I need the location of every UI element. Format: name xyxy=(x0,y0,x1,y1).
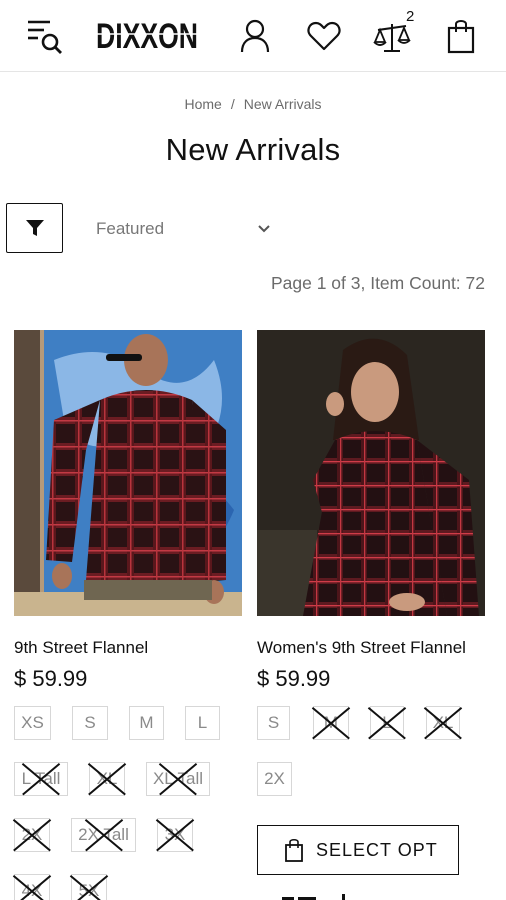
size-swatch[interactable]: 2X xyxy=(257,762,292,796)
select-options-label: SELECT OPT xyxy=(316,839,438,860)
product-image[interactable] xyxy=(14,330,242,616)
product-name[interactable]: Women's 9th Street Flannel xyxy=(257,638,485,658)
svg-text:DIXXON: DIXXON xyxy=(96,17,198,56)
size-swatch[interactable]: M xyxy=(129,706,164,740)
filter-icon xyxy=(25,220,44,236)
size-swatch[interactable]: S xyxy=(257,706,290,740)
partial-content-below-fold xyxy=(282,894,345,900)
select-options-button[interactable]: SELECT OPT xyxy=(257,825,459,875)
size-swatch[interactable]: XS xyxy=(14,706,51,740)
pagination-summary: Page 1 of 3, Item Count: 72 xyxy=(270,273,485,293)
product-price: $ 59.99 xyxy=(257,666,331,691)
size-swatch-unavailable[interactable]: XL Tall xyxy=(146,762,210,796)
size-swatch[interactable]: S xyxy=(72,706,108,740)
size-swatch-unavailable[interactable]: L xyxy=(370,706,404,740)
size-swatch-unavailable[interactable]: 5X xyxy=(71,874,107,900)
size-swatch-unavailable[interactable]: XL xyxy=(426,706,460,740)
size-swatch-unavailable[interactable]: 2X Tall xyxy=(71,818,136,852)
chevron-down-icon xyxy=(258,225,270,233)
breadcrumb-current: New Arrivals xyxy=(243,96,322,112)
dixxon-logo[interactable]: DIXXON xyxy=(94,14,200,56)
filter-button[interactable] xyxy=(6,203,63,253)
breadcrumb: Home / New Arrivals xyxy=(0,96,506,112)
user-icon[interactable] xyxy=(238,18,272,54)
sort-selected-value: Featured xyxy=(96,219,165,238)
product-image[interactable] xyxy=(257,330,485,616)
product-card[interactable]: Women's 9th Street Flannel $ 59.99 xyxy=(257,330,485,692)
size-swatch-unavailable[interactable]: 4X xyxy=(14,874,50,900)
size-swatch[interactable]: L xyxy=(185,706,220,740)
menu-search-icon[interactable] xyxy=(26,16,64,56)
breadcrumb-separator: / xyxy=(230,96,235,112)
size-swatch-unavailable[interactable]: XL xyxy=(89,762,125,796)
shopping-bag-icon[interactable] xyxy=(446,18,476,54)
product-card[interactable]: 9th Street Flannel $ 59.99 xyxy=(14,330,242,692)
product-name[interactable]: 9th Street Flannel xyxy=(14,638,242,658)
page-title: New Arrivals xyxy=(165,132,341,167)
heart-icon[interactable] xyxy=(306,20,342,52)
site-header: DIXXON 2 xyxy=(0,0,506,72)
breadcrumb-home-link[interactable]: Home xyxy=(184,96,221,112)
sort-select[interactable]: Featured xyxy=(96,214,272,244)
shopping-bag-icon xyxy=(285,838,303,862)
size-swatch-unavailable[interactable]: M xyxy=(313,706,349,740)
size-swatch-unavailable[interactable]: 3X xyxy=(157,818,193,852)
size-swatch-unavailable[interactable]: L Tall xyxy=(14,762,68,796)
compare-count-badge: 2 xyxy=(406,8,415,25)
size-swatch-unavailable[interactable]: 2X xyxy=(14,818,50,852)
product-price: $ 59.99 xyxy=(14,666,88,691)
